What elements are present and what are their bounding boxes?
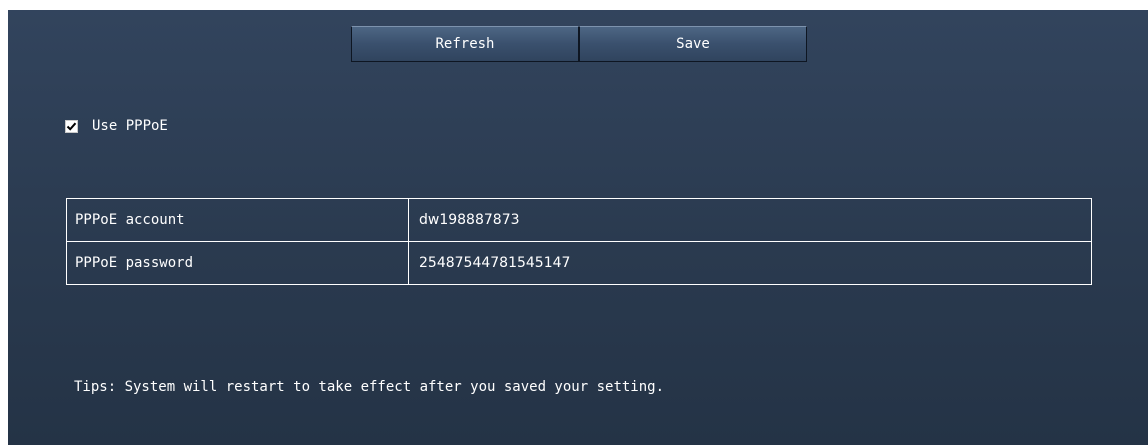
- save-button[interactable]: Save: [579, 26, 807, 62]
- use-pppoe-label: Use PPPoE: [92, 118, 168, 134]
- pppoe-password-input[interactable]: [419, 255, 1059, 271]
- table-row-account: PPPoE account: [66, 198, 1092, 242]
- pppoe-account-cell: [408, 198, 1092, 242]
- pppoe-password-label: PPPoE password: [66, 241, 409, 285]
- pppoe-settings-panel: Refresh Save Use PPPoE PPPoE account PPP…: [8, 10, 1148, 445]
- checkmark-icon: [66, 122, 77, 131]
- pppoe-account-label: PPPoE account: [66, 198, 409, 242]
- refresh-button[interactable]: Refresh: [351, 26, 579, 62]
- use-pppoe-option: Use PPPoE: [65, 118, 168, 134]
- table-row-password: PPPoE password: [66, 241, 1092, 285]
- use-pppoe-checkbox[interactable]: [65, 119, 78, 133]
- pppoe-account-input[interactable]: [419, 212, 1059, 228]
- pppoe-password-cell: [408, 241, 1092, 285]
- toolbar: Refresh Save: [351, 26, 807, 62]
- tips-text: Tips: System will restart to take effect…: [74, 379, 665, 395]
- pppoe-settings-table: PPPoE account PPPoE password: [66, 198, 1092, 285]
